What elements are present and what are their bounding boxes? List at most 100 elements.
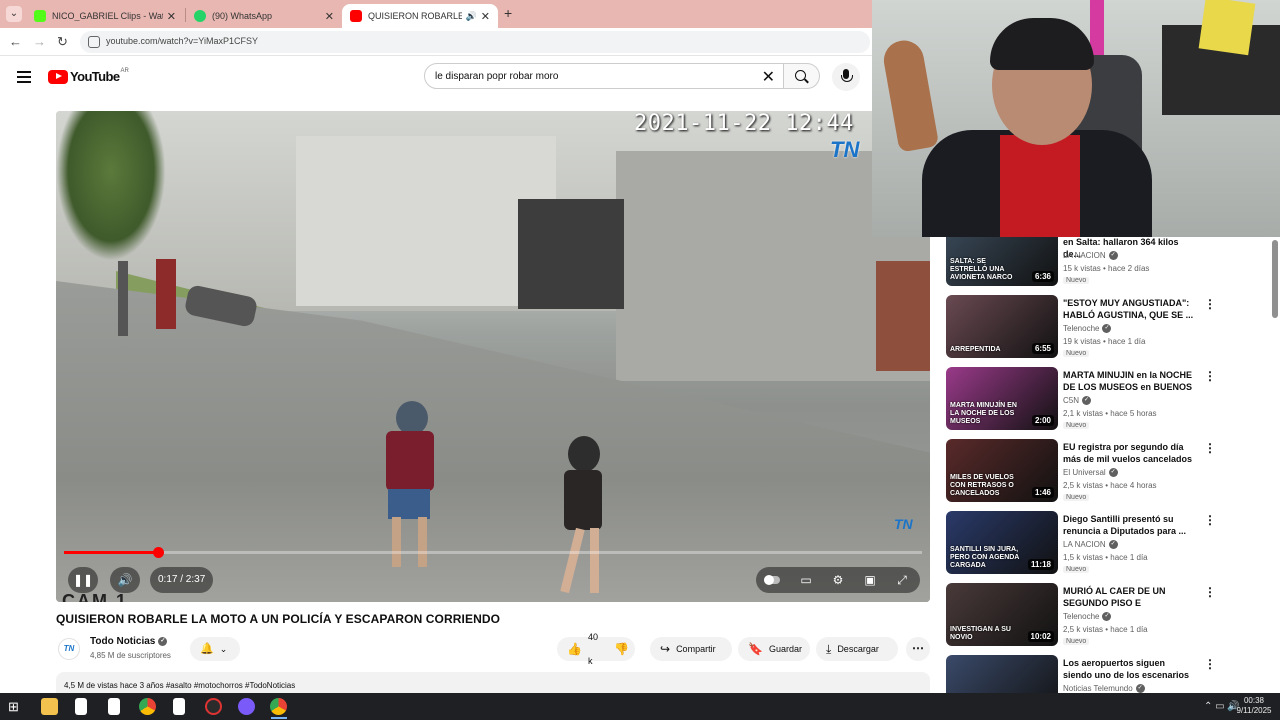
search-button[interactable]	[784, 63, 820, 89]
browser-tab-strip: ⌄ NICO_GABRIEL Clips - Watch Liv ✕ (90) …	[0, 0, 872, 28]
volume-button[interactable]: 🔊	[110, 567, 140, 593]
youtube-logo[interactable]: YouTube AR	[48, 68, 129, 84]
tab-youtube[interactable]: QUISIERON ROBARLE LA M 🔊 ✕	[342, 4, 498, 28]
video-player[interactable]: 2021-11-22 12:44 TN TN CAM 1 ❚❚ 🔊 0:17 /…	[56, 111, 930, 602]
reload-icon[interactable]: ↻	[57, 34, 68, 50]
file-explorer-icon[interactable]	[41, 698, 58, 715]
recommendation-title[interactable]: MARTA MINUJIN en la NOCHE DE LOS MUSEOS …	[1063, 369, 1196, 394]
theater-mode-icon[interactable]: ▣	[854, 567, 886, 593]
more-actions-icon[interactable]: ⋯	[906, 637, 930, 661]
windows-start-icon[interactable]: ⊞	[8, 698, 25, 715]
recommendation-channel[interactable]: Noticias Telemundo ✓	[1063, 684, 1145, 694]
subtitles-icon[interactable]: ▭	[790, 567, 822, 593]
recommendation-title[interactable]: "ESTOY MUY ANGUSTIADA": HABLÓ AGUSTINA, …	[1063, 297, 1196, 321]
like-count[interactable]: 40 k	[588, 625, 598, 673]
video-frame-house	[296, 136, 556, 306]
document-icon[interactable]	[173, 698, 185, 715]
voice-search-button[interactable]	[832, 63, 860, 91]
recommendation-title[interactable]: EU registra por segundo día más de mil v…	[1063, 441, 1196, 465]
recommendation-channel[interactable]: Telenoche ✓	[1063, 612, 1112, 622]
recommendation-item[interactable]: ARREPENTIDA 6:55 "ESTOY MUY ANGUSTIADA":…	[946, 295, 1266, 359]
more-options-icon[interactable]: ⋮	[1204, 297, 1216, 311]
recommendation-title[interactable]: MURIÓ AL CAER DE UN SEGUNDO PISO E INVES…	[1063, 585, 1196, 610]
search-input[interactable]: le disparan popr robar moro ✕	[424, 63, 784, 89]
dislike-thumb-icon[interactable]: 👎	[614, 637, 629, 661]
close-tab-icon[interactable]: ✕	[325, 10, 334, 23]
autoplay-toggle-icon	[764, 575, 780, 585]
tab-whatsapp[interactable]: (90) WhatsApp ✕	[186, 4, 342, 28]
taskbar-clock[interactable]: 00:38 9/11/2025	[1232, 696, 1276, 716]
new-badge: Nuevo	[1063, 277, 1090, 284]
more-options-icon[interactable]: ⋮	[1204, 657, 1216, 671]
progress-scrubber-handle[interactable]	[153, 547, 164, 558]
settings-gear-icon[interactable]: ⚙	[822, 567, 854, 593]
like-thumb-icon[interactable]: 👍	[567, 637, 582, 661]
chrome-active-icon[interactable]	[270, 698, 287, 715]
recommendation-meta: 15 k vistas • hace 2 días	[1063, 264, 1150, 273]
chevron-down-icon: ⌄	[219, 644, 228, 654]
recommendation-thumbnail[interactable]: SANTILLI SIN JURA, PERO CON AGENDA CARGA…	[946, 511, 1058, 574]
menu-hamburger-icon[interactable]	[17, 71, 31, 83]
save-label: Guardar	[768, 644, 802, 654]
recommendation-title[interactable]: Los aeropuertos siguen siendo uno de los…	[1063, 657, 1196, 682]
more-options-icon[interactable]: ⋮	[1204, 513, 1216, 527]
download-label: Descargar	[837, 644, 879, 654]
recommendation-thumbnail[interactable]: INVESTIGAN A SU NOVIO 10:02	[946, 583, 1058, 646]
fullscreen-icon[interactable]: ⤢	[886, 567, 918, 593]
tab-title: (90) WhatsApp	[212, 11, 273, 21]
pause-button[interactable]: ❚❚	[68, 567, 98, 593]
tab-search-chevron-icon[interactable]: ⌄	[6, 6, 22, 22]
clear-search-icon[interactable]: ✕	[762, 67, 775, 87]
obs-recorder-icon[interactable]	[205, 698, 222, 715]
more-options-icon[interactable]: ⋮	[1204, 585, 1216, 599]
back-arrow-icon[interactable]: ←	[9, 34, 22, 49]
recommendation-channel-name: LA NACION	[1063, 540, 1106, 549]
recommendation-title[interactable]: Diego Santilli presentó su renuncia a Di…	[1063, 513, 1196, 537]
thumbnail-caption: SALTA: SE ESTRELLÓ UNA AVIONETA NARCO	[950, 258, 1013, 281]
recommendation-item[interactable]: MILES DE VUELOS CON RETRASOS O CANCELADO…	[946, 439, 1266, 503]
recommendation-thumbnail[interactable]: MARTA MINUJÍN EN LA NOCHE DE LOS MUSEOS …	[946, 367, 1058, 430]
recommendation-thumbnail[interactable]: ARREPENTIDA 6:55	[946, 295, 1058, 358]
download-button[interactable]: ⤓ Descargar	[816, 637, 898, 661]
recommendation-item[interactable]: SANTILLI SIN JURA, PERO CON AGENDA CARGA…	[946, 511, 1266, 575]
recommendation-channel[interactable]: C5N ✓	[1063, 396, 1092, 406]
document-icon[interactable]	[108, 698, 120, 715]
recommendation-channel[interactable]: LA NACION ✓	[1063, 540, 1118, 550]
tab-audio-icon[interactable]: 🔊	[466, 11, 477, 22]
autoplay-toggle[interactable]	[756, 567, 788, 593]
share-button[interactable]: ↪ Compartir	[650, 637, 732, 661]
forward-arrow-icon[interactable]: →	[33, 34, 46, 49]
new-tab-plus-icon[interactable]: +	[504, 5, 512, 21]
recommendation-channel[interactable]: LA NACION ✓	[1063, 251, 1118, 261]
more-options-icon[interactable]: ⋮	[1204, 369, 1216, 383]
sidebar-scrollbar[interactable]	[1272, 240, 1278, 318]
verified-check-icon: ✓	[1102, 324, 1112, 334]
recommendation-thumbnail[interactable]: MILES DE VUELOS CON RETRASOS O CANCELADO…	[946, 439, 1058, 502]
site-info-icon[interactable]	[88, 36, 100, 48]
chrome-icon[interactable]	[139, 698, 156, 715]
close-tab-icon[interactable]: ✕	[167, 10, 176, 23]
close-tab-icon[interactable]: ✕	[481, 10, 490, 23]
channel-avatar[interactable]: TN	[58, 638, 80, 660]
document-icon[interactable]	[75, 698, 87, 715]
time-display: 0:17 / 2:37	[150, 567, 214, 593]
recommendation-item[interactable]: SALTA: SE ESTRELLÓ UNA AVIONETA NARCO 6:…	[946, 237, 1266, 286]
more-options-icon[interactable]: ⋮	[1204, 441, 1216, 455]
recommendation-item[interactable]: MARTA MINUJÍN EN LA NOCHE DE LOS MUSEOS …	[946, 367, 1266, 431]
subscribed-bell-button[interactable]: 🔔 ⌄	[190, 637, 240, 661]
recommendation-channel[interactable]: El Universal ✓	[1063, 468, 1118, 478]
discord-icon[interactable]	[238, 698, 255, 715]
recommendation-meta: 1,5 k vistas • hace 1 día	[1063, 553, 1148, 562]
recommendation-item[interactable]: INVESTIGAN A SU NOVIO 10:02 MURIÓ AL CAE…	[946, 583, 1266, 647]
tab-kick[interactable]: NICO_GABRIEL Clips - Watch Liv ✕	[26, 4, 184, 28]
bookmark-icon: 🔖	[748, 642, 763, 656]
save-button[interactable]: 🔖 Guardar	[738, 637, 810, 661]
like-dislike-group: 👍 40 k 👎	[557, 632, 635, 666]
recommendation-channel[interactable]: Telenoche ✓	[1063, 324, 1112, 334]
channel-name[interactable]: Todo Noticias ✓	[90, 636, 168, 647]
address-bar[interactable]: youtube.com/watch?v=YiMaxP1CFSY	[80, 31, 870, 53]
progress-bar[interactable]	[64, 551, 922, 554]
download-icon: ⤓	[826, 642, 832, 656]
recommendation-thumbnail[interactable]: SALTA: SE ESTRELLÓ UNA AVIONETA NARCO 6:…	[946, 237, 1058, 286]
video-frame-brick-wall	[876, 261, 930, 371]
